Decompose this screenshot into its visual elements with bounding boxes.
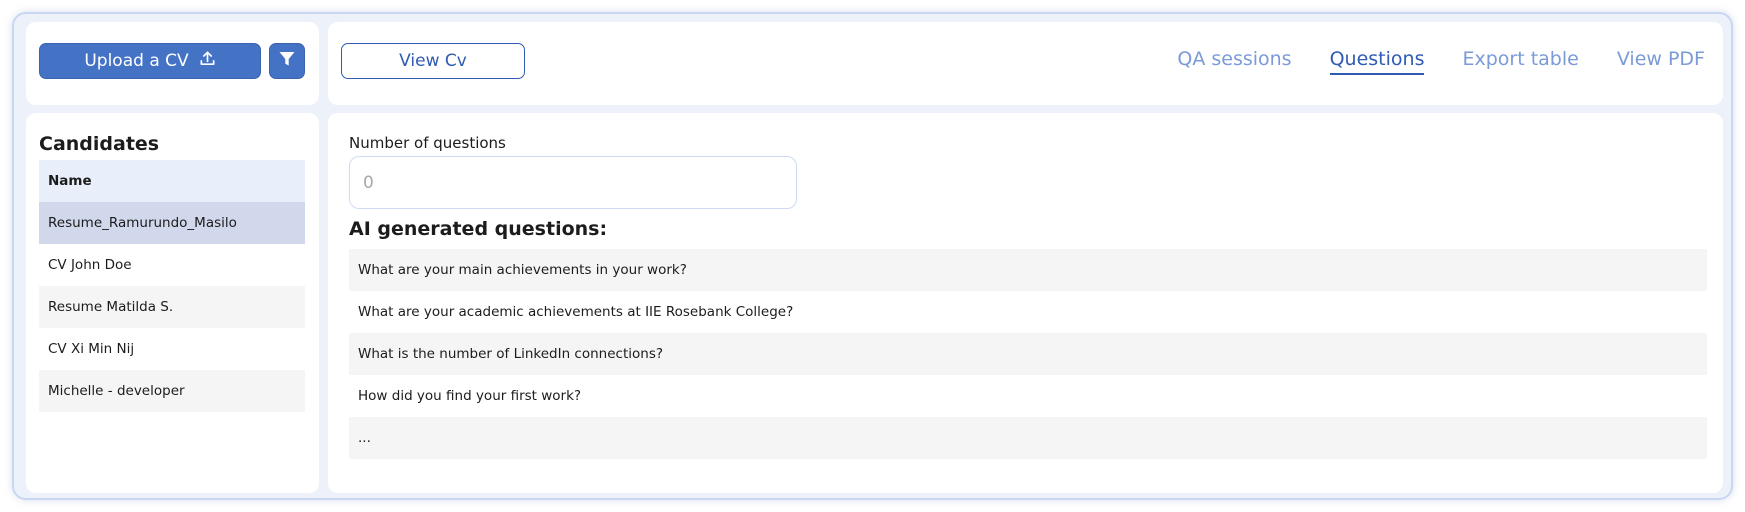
candidate-row[interactable]: Resume Matilda S. <box>39 286 305 328</box>
candidate-row[interactable]: CV John Doe <box>39 244 305 286</box>
tab-view-pdf[interactable]: View PDF <box>1617 48 1705 75</box>
app-frame: Upload a CV View Cv QA sessions Question… <box>12 12 1733 500</box>
number-of-questions-input[interactable] <box>349 156 797 209</box>
filter-icon <box>278 50 296 72</box>
tab-qa-sessions[interactable]: QA sessions <box>1177 48 1291 75</box>
tab-bar: QA sessions Questions Export table View … <box>1177 48 1705 75</box>
question-item: ... <box>349 417 1707 459</box>
question-item: What are your main achievements in your … <box>349 249 1707 291</box>
question-item: What are your academic achievements at I… <box>358 304 794 320</box>
top-nav-panel: View Cv QA sessions Questions Export tab… <box>328 22 1723 105</box>
actions-panel: Upload a CV <box>26 22 319 105</box>
candidate-row[interactable]: Michelle - developer <box>39 370 305 412</box>
question-item: What is the number of LinkedIn connectio… <box>349 333 1707 375</box>
tab-questions[interactable]: Questions <box>1329 48 1425 75</box>
question-item: How did you find your first work? <box>358 388 582 404</box>
upload-cv-label: Upload a CV <box>84 51 189 71</box>
filter-button[interactable] <box>269 43 305 79</box>
upload-icon <box>199 50 216 72</box>
upload-cv-button[interactable]: Upload a CV <box>39 43 261 79</box>
tab-export-table[interactable]: Export table <box>1462 48 1578 75</box>
candidates-panel: Candidates Name Resume_Ramurundo_Masilo … <box>26 113 319 493</box>
candidate-row[interactable]: Resume_Ramurundo_Masilo <box>39 202 305 244</box>
table-header-name: Name <box>39 160 305 202</box>
number-of-questions-label: Number of questions <box>349 134 506 152</box>
view-cv-button[interactable]: View Cv <box>341 43 525 79</box>
questions-list: What are your main achievements in your … <box>349 249 1707 459</box>
candidates-table: Name Resume_Ramurundo_Masilo CV John Doe… <box>39 160 305 412</box>
candidate-row[interactable]: CV Xi Min Nij <box>39 328 305 370</box>
candidates-title: Candidates <box>39 133 160 155</box>
questions-panel: Number of questions AI generated questio… <box>328 113 1723 493</box>
ai-questions-title: AI generated questions: <box>349 218 608 240</box>
